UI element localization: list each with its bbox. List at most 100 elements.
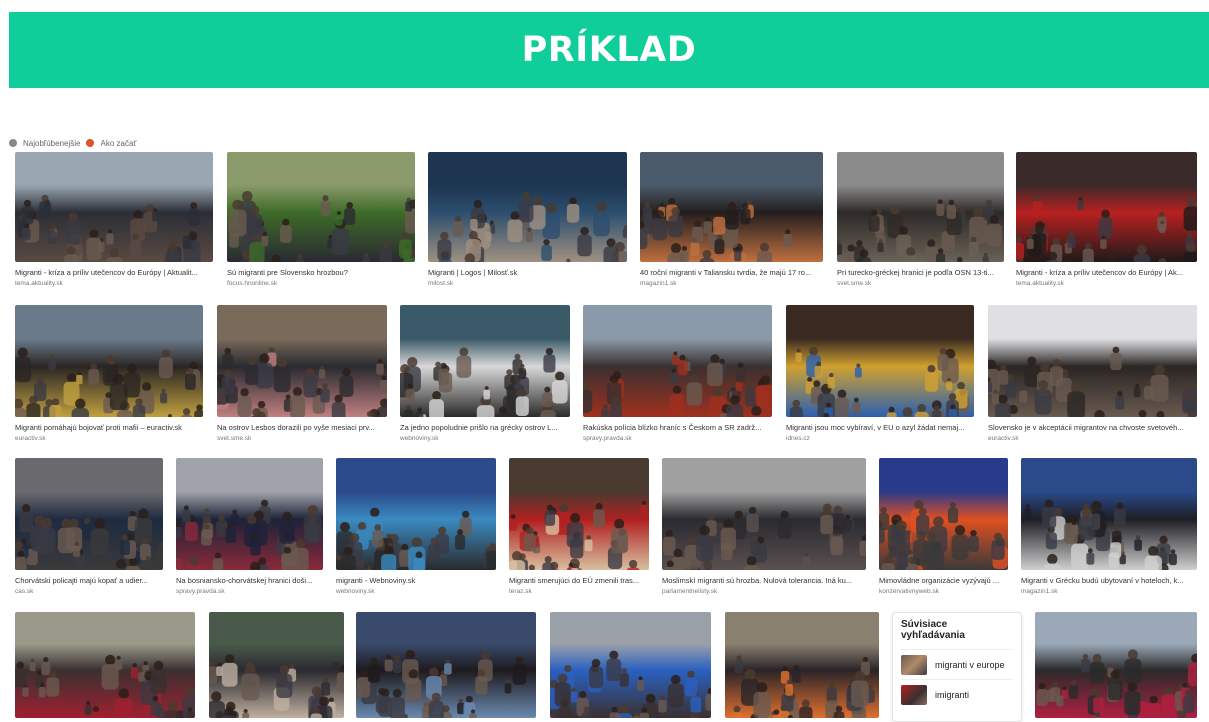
result-thumbnail-image[interactable] <box>640 152 823 262</box>
result-thumbnail-image[interactable] <box>400 305 570 417</box>
image-result-card[interactable] <box>725 612 879 718</box>
result-caption[interactable]: Migranti v Grécku budú ubytovaní v hotel… <box>1021 576 1197 586</box>
crowd-photo-texture <box>15 612 195 718</box>
image-result-card[interactable]: 40 roční migranti v Taliansku tvrdia, že… <box>640 152 823 288</box>
crowd-photo-texture <box>176 458 323 570</box>
image-result-card[interactable] <box>1035 612 1197 718</box>
image-result-card[interactable] <box>550 612 711 718</box>
result-caption[interactable]: Chorvátski policajti majú kopať a udier.… <box>15 576 163 586</box>
result-thumbnail-image[interactable] <box>988 305 1197 417</box>
image-result-card[interactable] <box>356 612 536 718</box>
result-source-domain: webnoviny.sk <box>336 587 496 596</box>
image-result-card[interactable]: Rakúska polícia blízko hraníc s Českom a… <box>583 305 772 443</box>
image-result-card[interactable]: Migranti jsou moc vybíraví, v EU o azyl … <box>786 305 974 443</box>
crowd-photo-texture <box>209 612 344 718</box>
image-result-card[interactable]: Na bosniansko-chorvátskej hranici doši..… <box>176 458 323 596</box>
image-result-card[interactable] <box>15 612 195 718</box>
image-result-card[interactable]: Moslimskí migranti sú hrozba. Nulová tol… <box>662 458 866 596</box>
image-result-card[interactable]: Pri turecko-gréckej hranici je podľa OSN… <box>837 152 1004 288</box>
result-source-domain: teraz.sk <box>509 587 649 596</box>
result-source-domain: magazin1.sk <box>640 279 823 288</box>
result-caption[interactable]: migranti - Webnoviny.sk <box>336 576 496 586</box>
banner-title: PRÍKLAD <box>522 30 697 70</box>
result-thumbnail-image[interactable] <box>15 152 213 262</box>
image-result-card[interactable]: Migranti smerujúci do EÚ zmenili tras...… <box>509 458 649 596</box>
result-thumbnail-image[interactable] <box>336 458 496 570</box>
crowd-photo-texture <box>1016 152 1197 262</box>
image-result-card[interactable]: Migranti - kríza a príliv utečencov do E… <box>1016 152 1197 288</box>
related-search-label: imigranti <box>935 690 969 700</box>
result-caption[interactable]: Mimovládne organizácie vyzývajú ... <box>879 576 1008 586</box>
crowd-photo-texture <box>879 458 1008 570</box>
image-result-card[interactable] <box>209 612 344 718</box>
result-thumbnail-image[interactable] <box>1021 458 1197 570</box>
image-result-card[interactable]: Slovensko je v akceptácii migrantov na c… <box>988 305 1197 443</box>
result-thumbnail-image[interactable] <box>879 458 1008 570</box>
result-source-domain: spravy.pravda.sk <box>176 587 323 596</box>
result-thumbnail-image[interactable] <box>15 612 195 718</box>
result-thumbnail-image[interactable] <box>217 305 387 417</box>
crowd-photo-texture <box>725 612 879 718</box>
result-caption[interactable]: Slovensko je v akceptácii migrantov na c… <box>988 423 1197 433</box>
result-source-domain: konzervativnyweb.sk <box>879 587 1008 596</box>
image-result-card[interactable]: Za jedno popoludnie prišlo na grécky ost… <box>400 305 570 443</box>
image-result-card[interactable]: Migranti - kríza a príliv utečencov do E… <box>15 152 213 288</box>
crowd-photo-texture <box>15 305 203 417</box>
result-caption[interactable]: Na bosniansko-chorvátskej hranici doši..… <box>176 576 323 586</box>
result-thumbnail-image[interactable] <box>227 152 415 262</box>
image-result-card[interactable]: Migranti pomáhajú bojovať proti mafii – … <box>15 305 203 443</box>
result-caption[interactable]: Migranti smerujúci do EÚ zmenili tras... <box>509 576 649 586</box>
star-icon <box>9 139 17 147</box>
result-caption[interactable]: Pri turecko-gréckej hranici je podľa OSN… <box>837 268 1004 278</box>
result-caption[interactable]: 40 roční migranti v Taliansku tvrdia, že… <box>640 268 823 278</box>
image-result-card[interactable]: Chorvátski policajti majú kopať a udier.… <box>15 458 163 596</box>
result-thumbnail-image[interactable] <box>786 305 974 417</box>
crowd-photo-texture <box>1035 612 1197 718</box>
result-caption[interactable]: Migranti jsou moc vybíraví, v EU o azyl … <box>786 423 974 433</box>
image-result-card[interactable]: migranti - Webnoviny.skwebnoviny.sk <box>336 458 496 596</box>
result-thumbnail-image[interactable] <box>550 612 711 718</box>
related-search-item[interactable]: imigranti <box>901 679 1013 709</box>
result-source-domain: spravy.pravda.sk <box>583 434 772 443</box>
result-source-domain: svet.sme.sk <box>837 279 1004 288</box>
toolbar-item-getting-started[interactable]: Ako začať <box>100 139 136 148</box>
result-caption[interactable]: Rakúska polícia blízko hraníc s Českom a… <box>583 423 772 433</box>
result-caption[interactable]: Moslimskí migranti sú hrozba. Nulová tol… <box>662 576 866 586</box>
crowd-photo-texture <box>1021 458 1197 570</box>
result-caption[interactable]: Sú migranti pre Slovensko hrozbou? <box>227 268 415 278</box>
result-thumbnail-image[interactable] <box>1035 612 1197 718</box>
result-source-domain: milost.sk <box>428 279 627 288</box>
crowd-photo-texture <box>336 458 496 570</box>
image-result-card[interactable]: Mimovládne organizácie vyzývajú ...konze… <box>879 458 1008 596</box>
related-search-item[interactable]: migranti v europe <box>901 649 1013 679</box>
result-thumbnail-image[interactable] <box>15 458 163 570</box>
result-thumbnail-image[interactable] <box>356 612 536 718</box>
image-result-card[interactable]: Migranti v Grécku budú ubytovaní v hotel… <box>1021 458 1197 596</box>
result-caption[interactable]: Na ostrov Lesbos dorazili po vyše mesiac… <box>217 423 387 433</box>
result-thumbnail-image[interactable] <box>509 458 649 570</box>
result-thumbnail-image[interactable] <box>725 612 879 718</box>
result-thumbnail-image[interactable] <box>837 152 1004 262</box>
result-source-domain: parlamentnelisty.sk <box>662 587 866 596</box>
result-caption[interactable]: Migranti pomáhajú bojovať proti mafii – … <box>15 423 203 433</box>
image-result-card[interactable]: Sú migranti pre Slovensko hrozbou?focus.… <box>227 152 415 288</box>
result-caption[interactable]: Migranti - kríza a príliv utečencov do E… <box>15 268 213 278</box>
result-thumbnail-image[interactable] <box>583 305 772 417</box>
result-caption[interactable]: Migranti - kríza a príliv utečencov do E… <box>1016 268 1197 278</box>
result-source-domain: webnoviny.sk <box>400 434 570 443</box>
image-result-card[interactable]: Migranti | Logos | Milosť.skmilost.sk <box>428 152 627 288</box>
result-thumbnail-image[interactable] <box>209 612 344 718</box>
result-thumbnail-image[interactable] <box>428 152 627 262</box>
crowd-photo-texture <box>356 612 536 718</box>
toolbar-item-popular[interactable]: Najobľúbenejšie <box>23 139 80 148</box>
result-thumbnail-image[interactable] <box>176 458 323 570</box>
crowd-photo-texture <box>640 152 823 262</box>
related-search-label: migranti v europe <box>935 660 1005 670</box>
result-thumbnail-image[interactable] <box>15 305 203 417</box>
result-thumbnail-image[interactable] <box>662 458 866 570</box>
result-caption[interactable]: Migranti | Logos | Milosť.sk <box>428 268 627 278</box>
image-result-card[interactable]: Na ostrov Lesbos dorazili po vyše mesiac… <box>217 305 387 443</box>
result-caption[interactable]: Za jedno popoludnie prišlo na grécky ost… <box>400 423 570 433</box>
related-thumb-image <box>901 685 927 705</box>
result-thumbnail-image[interactable] <box>1016 152 1197 262</box>
